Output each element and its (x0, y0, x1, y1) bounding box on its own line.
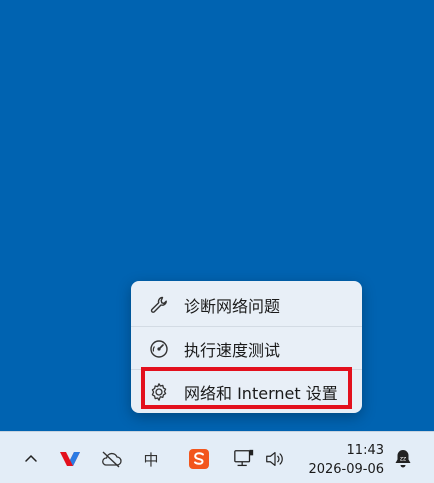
cloud-offline-icon[interactable] (100, 448, 122, 470)
volume-icon[interactable] (264, 448, 286, 470)
notification-icon[interactable]: zz (392, 448, 414, 470)
ime-label: 中 (143, 450, 159, 469)
system-clock[interactable]: 11:43 2026-09-06 (308, 441, 384, 479)
ime-icon[interactable]: 中 (140, 448, 162, 470)
menu-item-label: 执行速度测试 (184, 341, 281, 360)
menu-item-label: 诊断网络问题 (184, 297, 281, 316)
speedometer-icon (148, 338, 170, 360)
clock-date: 2026-09-06 (308, 462, 384, 477)
clock-time: 11:43 (346, 443, 384, 458)
chevron-up-icon[interactable] (20, 448, 42, 470)
menu-item-diagnose[interactable]: 诊断网络问题 (131, 283, 362, 327)
taskbar: 中 11:43 2026-09-06 zz (0, 431, 434, 483)
menu-item-speed-test[interactable]: 执行速度测试 (131, 327, 362, 371)
vpn-app-icon[interactable] (59, 448, 81, 470)
network-icon[interactable] (233, 448, 255, 470)
sogou-input-icon[interactable] (188, 448, 210, 470)
wrench-icon (148, 294, 170, 316)
svg-text:zz: zz (400, 456, 406, 463)
highlight-box (141, 367, 352, 409)
